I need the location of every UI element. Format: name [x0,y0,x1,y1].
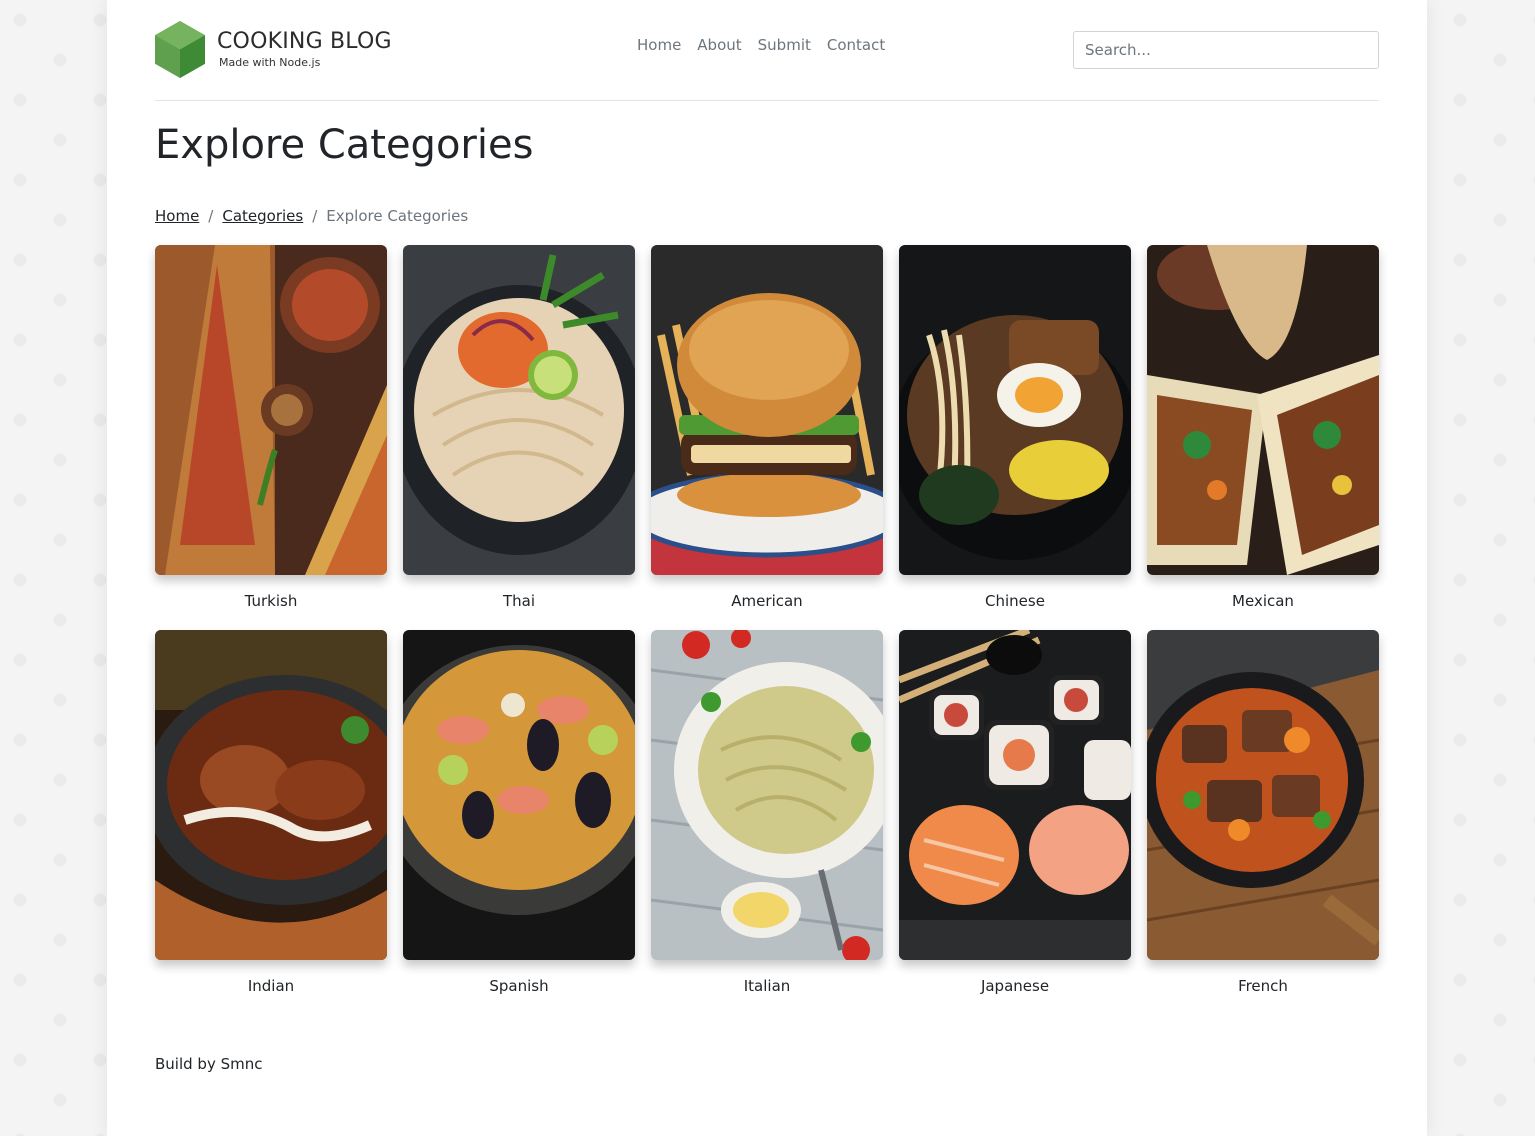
category-card-thai[interactable]: Thai [403,245,635,610]
category-label-american[interactable]: American [651,592,883,610]
category-image-thai[interactable] [403,245,635,575]
category-card-french[interactable]: French [1147,630,1379,995]
breadcrumb-home[interactable]: Home [155,207,199,225]
category-card-japanese[interactable]: Japanese [899,630,1131,995]
page-title: Explore Categories [155,122,534,168]
breadcrumb-current: Explore Categories [326,207,469,225]
breadcrumb: Home / Categories / Explore Categories [155,207,468,225]
category-label-mexican[interactable]: Mexican [1147,592,1379,610]
category-image-turkish[interactable] [155,245,387,575]
category-label-thai[interactable]: Thai [403,592,635,610]
breadcrumb-separator: / [312,207,318,225]
category-grid: Turkish Thai American Chinese Mexican In… [155,245,1379,995]
category-image-american[interactable] [651,245,883,575]
nodejs-logo-icon[interactable] [155,21,205,78]
content-wrapper: COOKING BLOG Made with Node.js Home Abou… [155,0,1379,1073]
breadcrumb-categories[interactable]: Categories [222,207,303,225]
search-input[interactable] [1073,31,1379,69]
category-label-chinese[interactable]: Chinese [899,592,1131,610]
category-image-italian[interactable] [651,630,883,960]
category-card-indian[interactable]: Indian [155,630,387,995]
category-label-japanese[interactable]: Japanese [899,977,1131,995]
category-image-japanese[interactable] [899,630,1131,960]
nav-home[interactable]: Home [637,36,681,54]
category-image-mexican[interactable] [1147,245,1379,575]
category-image-spanish[interactable] [403,630,635,960]
category-card-spanish[interactable]: Spanish [403,630,635,995]
nav-contact[interactable]: Contact [827,36,885,54]
category-label-indian[interactable]: Indian [155,977,387,995]
category-card-mexican[interactable]: Mexican [1147,245,1379,610]
main-nav: Home About Submit Contact [637,36,885,54]
category-image-french[interactable] [1147,630,1379,960]
category-image-indian[interactable] [155,630,387,960]
footer-credit: Build by Smnc [155,1055,263,1073]
category-label-italian[interactable]: Italian [651,977,883,995]
category-label-french[interactable]: French [1147,977,1379,995]
nav-about[interactable]: About [697,36,741,54]
brand-title[interactable]: COOKING BLOG [217,29,392,54]
category-card-american[interactable]: American [651,245,883,610]
category-label-turkish[interactable]: Turkish [155,592,387,610]
breadcrumb-separator: / [208,207,214,225]
category-image-chinese[interactable] [899,245,1131,575]
nav-submit[interactable]: Submit [758,36,811,54]
page-container: COOKING BLOG Made with Node.js Home Abou… [107,0,1427,1136]
site-header: COOKING BLOG Made with Node.js Home Abou… [155,0,1379,101]
category-label-spanish[interactable]: Spanish [403,977,635,995]
category-card-chinese[interactable]: Chinese [899,245,1131,610]
category-card-italian[interactable]: Italian [651,630,883,995]
brand-subtitle: Made with Node.js [219,56,321,69]
category-card-turkish[interactable]: Turkish [155,245,387,610]
